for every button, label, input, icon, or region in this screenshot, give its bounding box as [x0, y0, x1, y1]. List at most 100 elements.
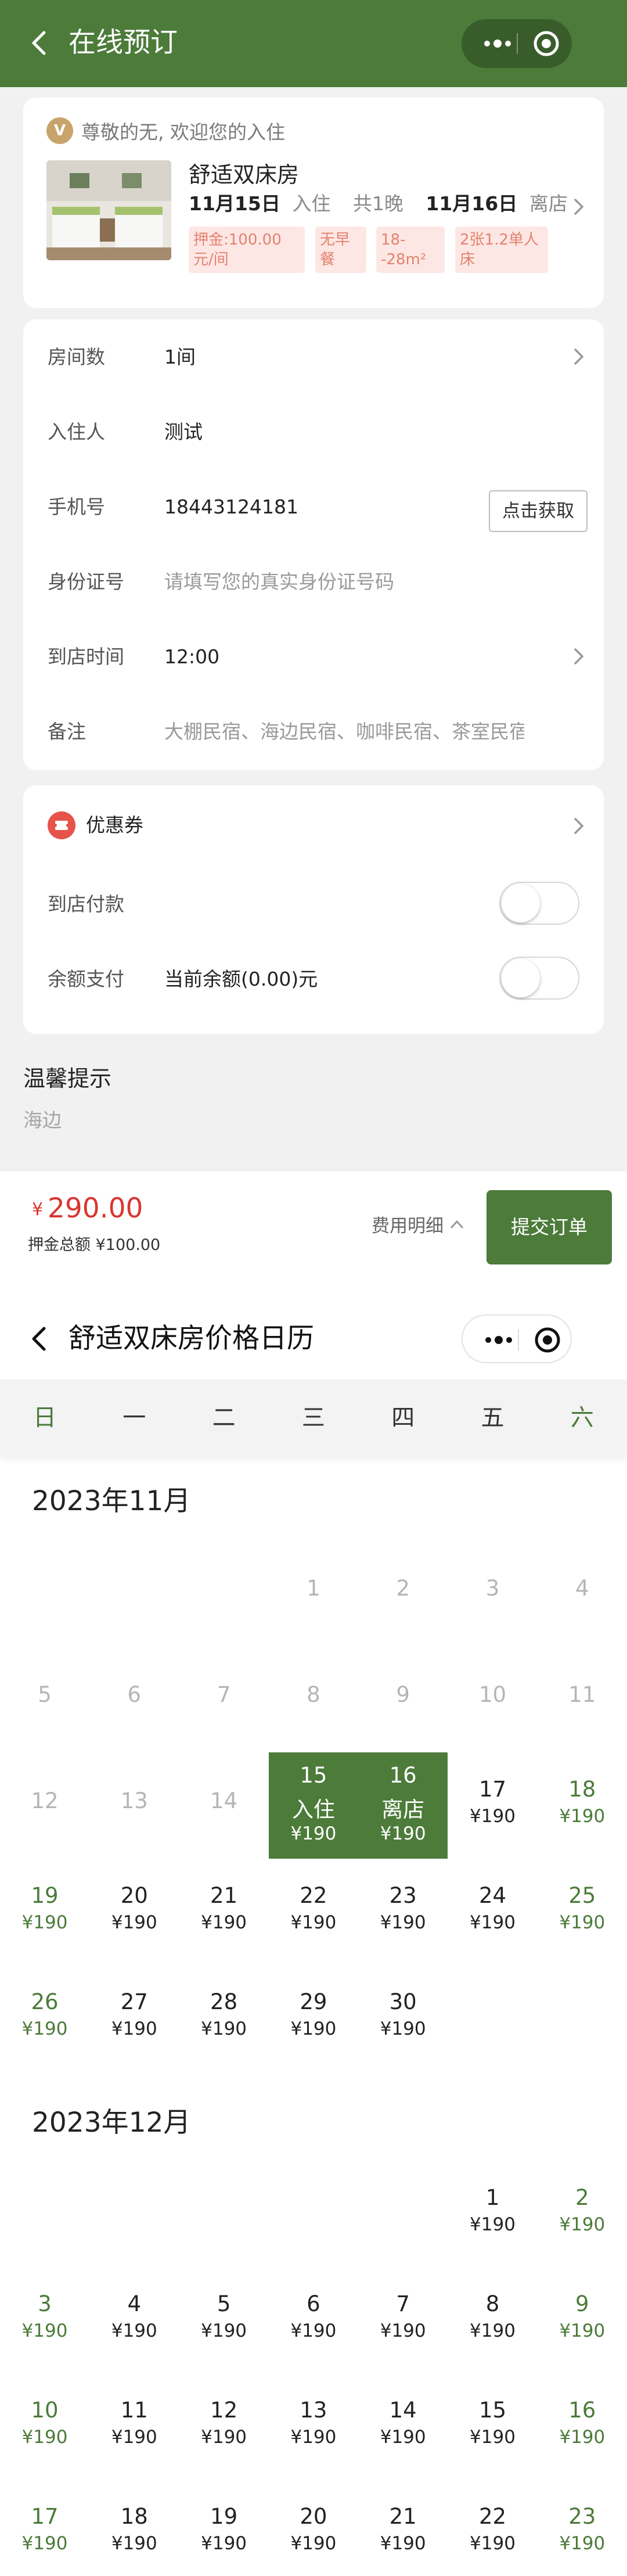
day-cell[interactable]: 20 ¥190	[269, 2480, 358, 2576]
day-price: ¥190	[21, 2533, 68, 2554]
weekday-label: 二	[212, 1404, 236, 1431]
get-phone-button[interactable]: 点击获取	[489, 490, 588, 532]
checkout-day-cell[interactable]: 16 离店 ¥190	[358, 1752, 448, 1859]
day-cell[interactable]: 26 ¥190	[0, 1965, 89, 2071]
day-number: 8	[307, 1682, 320, 1707]
day-price: ¥190	[201, 2320, 247, 2341]
day-cell[interactable]: 6 ¥190	[269, 2267, 358, 2373]
day-cell[interactable]: 4 ¥190	[89, 2267, 179, 2373]
day-cell[interactable]: 2 ¥190	[538, 2161, 627, 2267]
day-number: 3	[485, 1576, 500, 1601]
day-number: 20	[120, 1883, 148, 1908]
day-cell[interactable]: 1 ¥190	[448, 2161, 538, 2267]
phone-input[interactable]: 18443124181	[164, 469, 298, 544]
day-cell[interactable]: 30 ¥190	[358, 1965, 448, 2071]
day-price: ¥190	[21, 2018, 68, 2039]
coupon-icon	[48, 811, 75, 839]
guest-input[interactable]: 测试	[164, 394, 203, 469]
day-price: ¥190	[201, 1912, 247, 1933]
day-cell[interactable]: 27 ¥190	[89, 1965, 179, 2071]
day-cell[interactable]: 23 ¥190	[538, 2480, 627, 2576]
capsule-close-icon[interactable]	[534, 1326, 561, 1354]
capsule-divider	[518, 1330, 519, 1350]
day-price: ¥190	[290, 2427, 337, 2448]
checkin-day-cell[interactable]: 15 入住 ¥190	[268, 1752, 358, 1859]
day-number: 2	[396, 1576, 410, 1601]
tips-title: 温馨提示	[23, 1066, 112, 1091]
coupon-row[interactable]: 优惠券	[23, 785, 604, 867]
day-cell[interactable]: 10 ¥190	[0, 2373, 89, 2480]
day-cell[interactable]: 12 ¥190	[179, 2373, 269, 2480]
day-cell[interactable]: 5 ¥190	[179, 2267, 269, 2373]
day-price: ¥190	[290, 2018, 337, 2039]
day-price: ¥190	[380, 2018, 426, 2039]
day-cell[interactable]: 13 ¥190	[269, 2373, 358, 2480]
day-cell[interactable]: 25 ¥190	[538, 1859, 627, 1965]
balance-toggle[interactable]	[499, 957, 579, 1000]
day-number: 14	[210, 1788, 238, 1813]
day-cell: 5	[0, 1646, 89, 1752]
id-input[interactable]: 请填写您的真实身份证号码	[164, 544, 394, 619]
tag-beds: 2张1.2单人 床	[455, 227, 548, 273]
day-cell[interactable]: 19 ¥190	[179, 2480, 269, 2576]
day-price: ¥190	[21, 1912, 68, 1933]
more-dots-icon[interactable]	[479, 33, 516, 54]
fee-detail-link[interactable]: 费用明细	[372, 1211, 466, 1237]
day-cell[interactable]: 17 ¥190	[448, 1752, 538, 1859]
arrival-row[interactable]: 到店时间 12:00	[23, 619, 604, 694]
day-cell[interactable]: 20 ¥190	[89, 1859, 179, 1965]
miniprogram-capsule	[462, 1314, 572, 1363]
balance-row: 余额支付 当前余额(0.00)元	[23, 942, 604, 1016]
day-number: 21	[389, 2504, 417, 2529]
day-cell[interactable]: 23 ¥190	[358, 1859, 448, 1965]
day-cell[interactable]: 19 ¥190	[0, 1859, 89, 1965]
day-cell: 3	[448, 1540, 538, 1646]
submit-order-button[interactable]: 提交订单	[487, 1190, 612, 1264]
day-cell: 6	[89, 1646, 179, 1752]
day-price: ¥190	[21, 2427, 68, 2448]
balance-value: 当前余额(0.00)元	[164, 968, 318, 990]
day-cell[interactable]: 24 ¥190	[448, 1859, 538, 1965]
day-cell[interactable]: 21 ¥190	[358, 2480, 448, 2576]
day-number: 13	[300, 2398, 327, 2423]
weekday-label: 三	[301, 1404, 325, 1431]
day-cell[interactable]: 11 ¥190	[89, 2373, 179, 2480]
day-number: 5	[217, 2291, 231, 2316]
day-cell[interactable]: 14 ¥190	[358, 2373, 448, 2480]
month-title: 2023年12月	[32, 2107, 191, 2139]
day-cell[interactable]: 8 ¥190	[448, 2267, 538, 2373]
back-icon[interactable]	[23, 1321, 58, 1356]
day-cell[interactable]: 16 ¥190	[538, 2373, 627, 2480]
day-cell[interactable]: 29 ¥190	[269, 1965, 358, 2071]
day-price: ¥190	[380, 1912, 426, 1933]
capsule-close-icon[interactable]	[532, 30, 560, 58]
balance-label: 余额支付	[48, 968, 124, 990]
day-cell[interactable]: 22 ¥190	[448, 2480, 538, 2576]
day-number: 18	[120, 2504, 148, 2529]
day-number: 1	[307, 1576, 320, 1601]
day-cell[interactable]: 18 ¥190	[89, 2480, 179, 2576]
day-price: ¥190	[21, 2320, 68, 2341]
back-icon[interactable]	[23, 26, 58, 60]
more-dots-icon[interactable]	[480, 1330, 517, 1350]
room-summary-card[interactable]: V 尊敬的无, 欢迎您的入住 舒适双床房 11月15日 入住 共1晚 11月16…	[23, 98, 604, 308]
day-cell[interactable]: 28 ¥190	[179, 1965, 269, 2071]
day-price: ¥190	[559, 2533, 606, 2554]
day-cell[interactable]: 7 ¥190	[358, 2267, 448, 2373]
day-number: 7	[217, 1682, 231, 1707]
day-cell[interactable]: 3 ¥190	[0, 2267, 89, 2373]
day-cell: 10	[448, 1646, 538, 1752]
day-cell[interactable]: 9 ¥190	[538, 2267, 627, 2373]
checkin-tag: 入住	[291, 1797, 335, 1822]
day-price: ¥190	[380, 2533, 426, 2554]
remark-input[interactable]: 大棚民宿、海边民宿、咖啡民宿、茶室民宿	[164, 694, 524, 769]
day-cell[interactable]: 17 ¥190	[0, 2480, 89, 2576]
rooms-row[interactable]: 房间数 1间	[23, 319, 604, 394]
day-price: ¥190	[559, 2427, 606, 2448]
day-cell[interactable]: 15 ¥190	[448, 2373, 538, 2480]
day-cell[interactable]: 22 ¥190	[269, 1859, 358, 1965]
day-cell[interactable]: 18 ¥190	[538, 1752, 627, 1859]
day-cell[interactable]: 21 ¥190	[179, 1859, 269, 1965]
day-number: 24	[478, 1883, 507, 1908]
pay-at-store-toggle[interactable]	[499, 882, 579, 925]
